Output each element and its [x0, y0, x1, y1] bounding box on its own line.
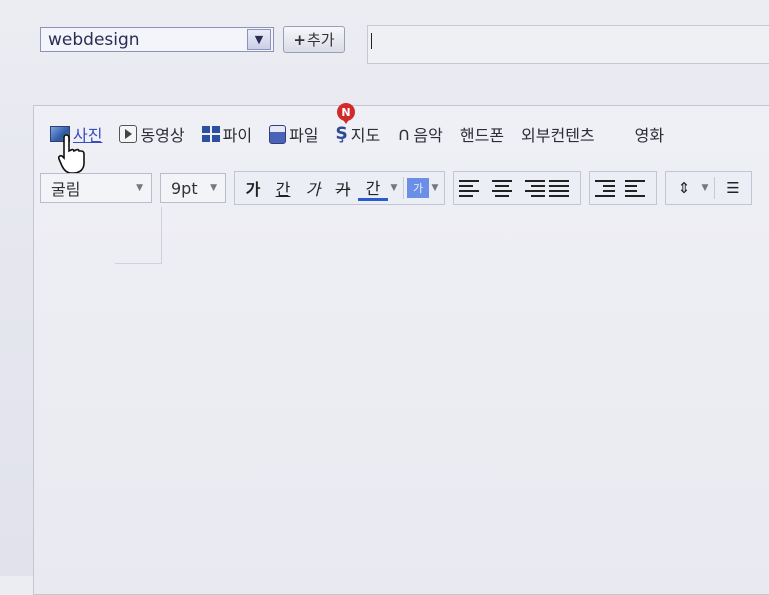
align-right-button[interactable] — [517, 174, 547, 202]
video-icon — [119, 125, 138, 143]
background-color-button[interactable]: 가 — [407, 178, 429, 198]
file-icon — [269, 124, 287, 144]
insert-movie-label: 영화 — [634, 126, 665, 145]
divider — [403, 177, 404, 199]
insert-pie-label: 파이 — [222, 126, 253, 145]
list-button[interactable]: ☰ — [718, 174, 748, 202]
italic-button[interactable]: 가 — [298, 174, 328, 202]
align-center-icon — [489, 176, 515, 200]
add-category-label: 추가 — [306, 31, 335, 49]
chevron-down-icon: ▼ — [136, 183, 143, 193]
indent-button[interactable] — [593, 174, 623, 202]
insert-video-button[interactable]: 동영상 — [119, 122, 185, 146]
title-input[interactable] — [367, 25, 769, 64]
font-family-value: 굴림 — [51, 180, 81, 199]
format-toolbar: 굴림 ▼ 9pt ▼ 가 간 가 가 간 ▼ 가 ▼ ⇕ ▼ ☰ — [40, 168, 769, 208]
insert-file-button[interactable]: 파일 — [269, 122, 319, 146]
underline-button[interactable]: 간 — [268, 174, 298, 202]
insert-file-label: 파일 — [289, 126, 319, 145]
insert-music-label: 음악 — [413, 126, 443, 145]
align-left-button[interactable] — [457, 174, 487, 202]
text-caret — [371, 33, 372, 49]
editor-grid-cell — [115, 207, 162, 264]
align-center-button[interactable] — [487, 174, 517, 202]
chevron-down-icon: ▼ — [210, 183, 217, 193]
align-left-icon — [459, 176, 485, 200]
insert-pie-button[interactable]: 파이 — [201, 122, 253, 146]
align-justify-button[interactable] — [547, 174, 577, 202]
font-family-select[interactable]: 굴림 ▼ — [40, 173, 152, 203]
map-icon: Ş — [335, 124, 348, 144]
outdent-icon — [625, 176, 651, 200]
align-group — [453, 171, 581, 205]
category-select-value: webdesign — [48, 29, 140, 50]
indent-icon — [595, 176, 621, 200]
insert-movie-button[interactable]: 영화 — [635, 122, 664, 146]
chevron-down-icon[interactable]: ▼ — [247, 29, 271, 50]
line-height-group: ⇕ ▼ ☰ — [665, 171, 752, 205]
text-style-group: 가 간 가 가 간 ▼ 가 ▼ — [234, 171, 445, 205]
headphones-icon: ∩ — [397, 123, 411, 145]
font-size-value: 9pt — [171, 178, 198, 198]
align-justify-icon — [549, 176, 575, 200]
new-badge: N — [337, 103, 355, 124]
outdent-button[interactable] — [623, 174, 653, 202]
line-height-button[interactable]: ⇕ — [669, 174, 699, 202]
insert-video-label: 동영상 — [140, 126, 185, 145]
insert-toolbar: 사진 동영상 파이 파일 Ş 지도 ∩ 음악 핸드폰 외부컨텐츠 영화 — [34, 112, 769, 156]
align-right-icon — [519, 176, 545, 200]
bold-button[interactable]: 가 — [238, 174, 268, 202]
insert-phone-button[interactable]: 핸드폰 — [460, 122, 504, 146]
plus-icon: + — [293, 30, 306, 49]
line-height-icon: ⇕ — [677, 179, 691, 197]
insert-external-label: 외부컨텐츠 — [521, 126, 595, 145]
list-icon: ☰ — [726, 179, 740, 197]
insert-music-button[interactable]: ∩ 음악 — [397, 122, 443, 146]
chevron-down-icon[interactable]: ▼ — [699, 174, 711, 202]
font-color-button[interactable]: 간 — [358, 176, 388, 201]
strikethrough-button[interactable]: 가 — [328, 174, 358, 202]
font-size-select[interactable]: 9pt ▼ — [160, 173, 226, 203]
chevron-down-icon[interactable]: ▼ — [388, 174, 400, 202]
insert-map-label: 지도 — [350, 126, 381, 145]
chevron-down-icon[interactable]: ▼ — [429, 174, 441, 202]
insert-phone-label: 핸드폰 — [459, 126, 505, 145]
indent-group — [589, 171, 657, 205]
category-select[interactable]: webdesign ▼ — [40, 27, 274, 52]
insert-map-button[interactable]: Ş 지도 — [336, 122, 381, 146]
add-category-button[interactable]: + 추가 — [283, 26, 345, 53]
grid-icon — [201, 126, 220, 142]
insert-external-button[interactable]: 외부컨텐츠 — [521, 122, 595, 146]
divider — [714, 177, 715, 199]
